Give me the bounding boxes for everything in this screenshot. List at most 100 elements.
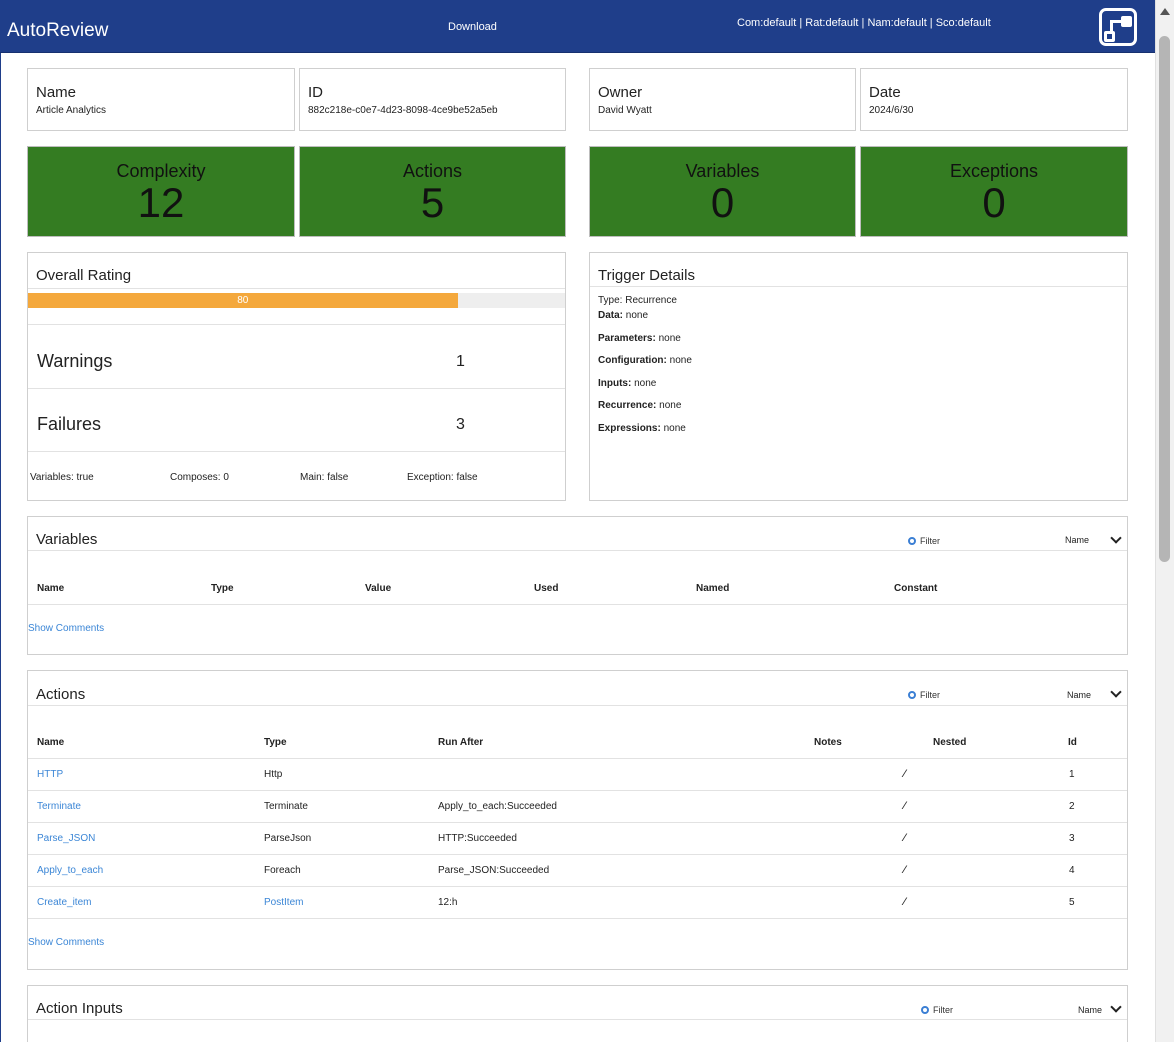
actions-panel: Actions Filter Name Name Type Run After … <box>27 670 1128 970</box>
id-card: ID 882c218e-c0e7-4d23-8098-4ce9be52a5eb <box>299 68 566 131</box>
col-type[interactable]: Type <box>264 737 287 748</box>
variables-sort-select[interactable]: Name <box>1065 535 1089 545</box>
vertical-scrollbar[interactable] <box>1155 0 1174 1042</box>
action-id: 2 <box>1069 801 1075 812</box>
date-card: Date 2024/6/30 <box>860 68 1128 131</box>
actions-show-comments[interactable]: Show Comments <box>28 937 104 948</box>
action-id: 5 <box>1069 897 1075 908</box>
action-name-link[interactable]: HTTP <box>37 769 63 780</box>
actions-filter[interactable]: Filter <box>908 690 940 700</box>
rating-progress-fill: 80 <box>28 293 458 308</box>
actions-value: 5 <box>420 179 445 226</box>
action-type: Terminate <box>264 801 308 812</box>
date-value: 2024/6/30 <box>869 105 914 116</box>
trigger-details-title: Trigger Details <box>598 267 695 284</box>
trigger-type: Type: Recurrence <box>598 295 677 306</box>
owner-label: Owner <box>598 84 643 101</box>
action-id: 1 <box>1069 769 1075 780</box>
footer-composes: Composes: 0 <box>170 472 229 483</box>
variables-show-comments[interactable]: Show Comments <box>28 623 104 634</box>
col-used[interactable]: Used <box>534 583 558 594</box>
col-run-after[interactable]: Run After <box>438 737 483 748</box>
variables-value: 0 <box>710 179 735 226</box>
trigger-expressions: Expressions: none <box>598 423 686 434</box>
rating-progress-bar: 80 <box>28 293 565 308</box>
action-run-after: HTTP:Succeeded <box>438 833 517 844</box>
action-type: Http <box>264 769 283 780</box>
trigger-data: Data: none <box>598 310 649 321</box>
action-name-link[interactable]: Terminate <box>37 801 81 812</box>
overall-rating-title: Overall Rating <box>36 267 132 284</box>
action-run-after: Apply_to_each:Succeeded <box>438 801 557 812</box>
id-value: 882c218e-c0e7-4d23-8098-4ce9be52a5eb <box>308 105 498 116</box>
chevron-down-icon[interactable] <box>1110 686 1122 698</box>
action-id: 3 <box>1069 833 1075 844</box>
settings-summary[interactable]: Com:default | Rat:default | Nam:default … <box>737 17 991 29</box>
action-run-after: 12:h <box>438 897 458 908</box>
action-id: 4 <box>1069 865 1075 876</box>
trigger-inputs: Inputs: none <box>598 378 657 389</box>
trigger-configuration: Configuration: none <box>598 355 692 366</box>
variables-stat: Variables 0 <box>589 146 856 237</box>
complexity-stat: Complexity 12 <box>27 146 295 237</box>
actions-panel-title: Actions <box>36 686 86 703</box>
inputs-filter[interactable]: Filter <box>921 1005 953 1015</box>
col-name[interactable]: Name <box>37 737 64 748</box>
warnings-count: 1 <box>456 353 465 370</box>
name-label: Name <box>36 84 77 101</box>
action-name-link[interactable]: Apply_to_each <box>37 865 103 876</box>
col-name[interactable]: Name <box>37 583 64 594</box>
col-nested[interactable]: Nested <box>933 737 966 748</box>
col-value[interactable]: Value <box>365 583 391 594</box>
action-name-link[interactable]: Parse_JSON <box>37 833 95 844</box>
footer-exception: Exception: false <box>407 472 478 483</box>
overall-rating-panel: Overall Rating 80 Warnings 1 Failures 3 … <box>27 252 566 501</box>
page-border <box>0 53 1 1042</box>
action-type: ParseJson <box>264 833 312 844</box>
action-type: Foreach <box>264 865 301 876</box>
col-id[interactable]: Id <box>1068 737 1077 748</box>
col-notes[interactable]: Notes <box>814 737 842 748</box>
footer-variables: Variables: true <box>30 472 94 483</box>
footer-main: Main: false <box>300 472 349 483</box>
flow-logo-icon[interactable] <box>1099 8 1137 46</box>
actions-stat: Actions 5 <box>299 146 566 237</box>
failures-label: Failures <box>37 414 102 434</box>
name-value: Article Analytics <box>36 105 107 116</box>
scroll-up-icon[interactable] <box>1160 8 1170 15</box>
actions-sort-select[interactable]: Name <box>1067 690 1091 700</box>
exceptions-stat: Exceptions 0 <box>860 146 1128 237</box>
variables-panel: Variables Filter Name Name Type Value Us… <box>27 516 1128 655</box>
trigger-details-panel: Trigger Details Type: Recurrence Data: n… <box>589 252 1128 501</box>
app-title: AutoReview <box>7 20 109 41</box>
exceptions-value: 0 <box>982 179 1006 226</box>
trigger-parameters: Parameters: none <box>598 333 681 344</box>
warnings-label: Warnings <box>37 351 113 371</box>
search-icon <box>921 1006 929 1014</box>
trigger-recurrence: Recurrence: none <box>598 400 682 411</box>
complexity-value: 12 <box>137 179 185 226</box>
search-icon <box>908 691 916 699</box>
owner-card: Owner David Wyatt <box>589 68 856 131</box>
failures-count: 3 <box>456 416 465 433</box>
scroll-thumb[interactable] <box>1159 36 1170 562</box>
action-run-after: Parse_JSON:Succeeded <box>438 865 550 876</box>
action-inputs-title: Action Inputs <box>36 1000 123 1017</box>
chevron-down-icon[interactable] <box>1110 532 1122 544</box>
action-name-link[interactable]: Create_item <box>37 897 91 908</box>
date-label: Date <box>869 84 901 101</box>
chevron-down-icon[interactable] <box>1110 1001 1122 1013</box>
variables-panel-title: Variables <box>36 531 98 548</box>
col-named[interactable]: Named <box>696 583 729 594</box>
inputs-sort-select[interactable]: Name <box>1078 1005 1102 1015</box>
action-inputs-panel: Action Inputs Filter Name <box>27 985 1128 1042</box>
name-card: Name Article Analytics <box>27 68 295 131</box>
col-type[interactable]: Type <box>211 583 234 594</box>
action-type-link[interactable]: PostItem <box>264 897 303 908</box>
col-constant[interactable]: Constant <box>894 583 937 594</box>
variables-filter[interactable]: Filter <box>908 536 940 546</box>
search-icon <box>908 537 916 545</box>
owner-value: David Wyatt <box>598 105 652 116</box>
download-button[interactable]: Download <box>448 21 497 33</box>
id-label: ID <box>308 84 323 101</box>
